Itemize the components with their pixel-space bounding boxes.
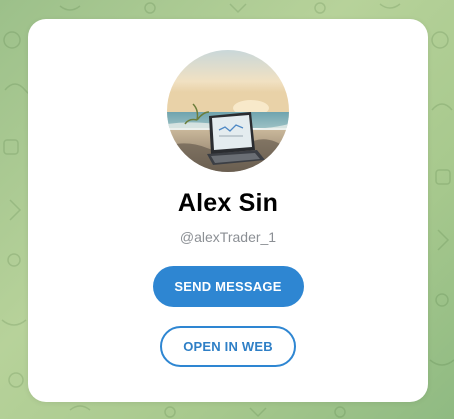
profile-username: @alexTrader_1	[179, 229, 277, 245]
profile-avatar	[167, 50, 289, 172]
open-in-web-button[interactable]: OPEN IN WEB	[160, 326, 296, 367]
avatar-laptop-on-beach-icon	[167, 50, 289, 172]
send-message-button[interactable]: SEND MESSAGE	[152, 266, 304, 307]
profile-card: Alex Sin @alexTrader_1 SEND MESSAGE OPEN…	[28, 19, 428, 402]
profile-name: Alex Sin	[177, 189, 279, 217]
